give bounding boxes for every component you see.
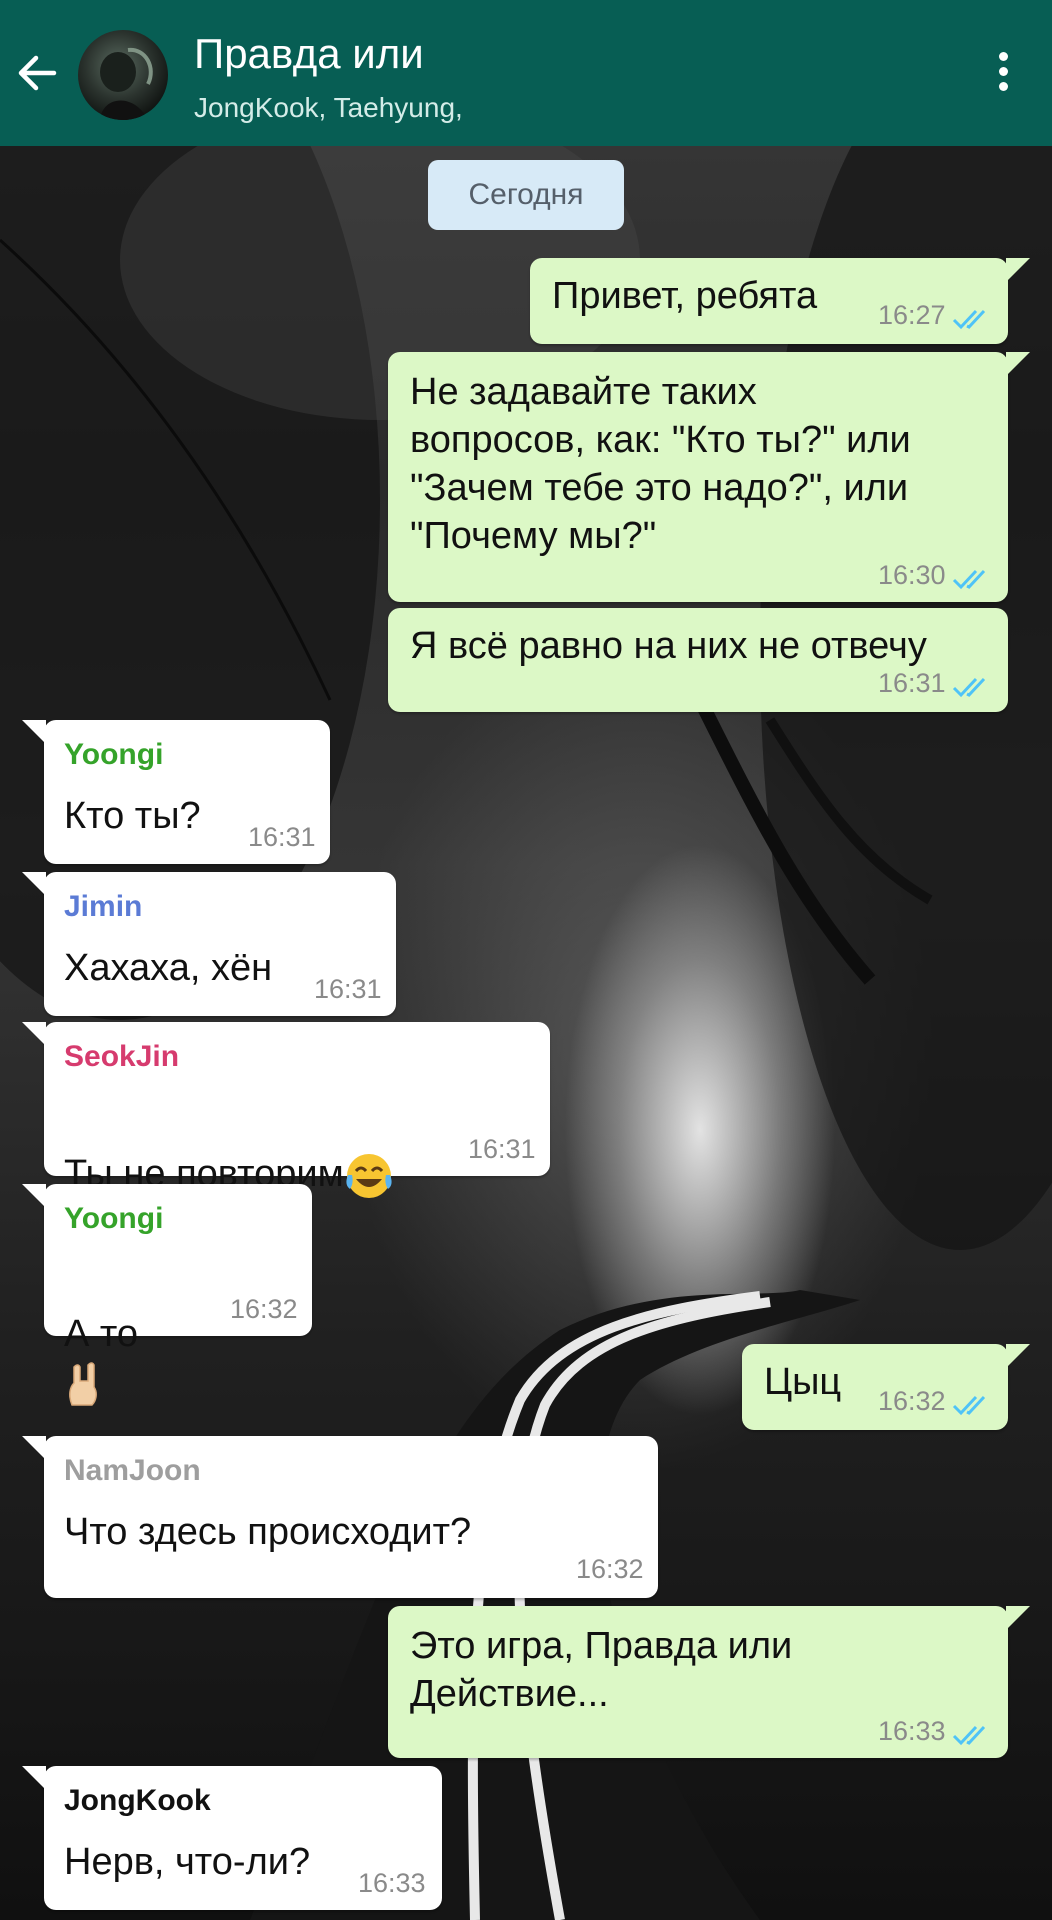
group-avatar[interactable] <box>78 30 168 120</box>
chat-header: Правда или JongKook, Taehyung, <box>0 0 1052 146</box>
message-text: Не задавайте таких вопросов, как: "Кто т… <box>410 371 911 557</box>
tears-of-joy-emoji-icon <box>346 1153 392 1198</box>
message-text: Кто ты? <box>64 795 201 837</box>
outgoing-message[interactable]: Привет, ребята 16:27 <box>530 258 1030 344</box>
incoming-message[interactable]: Jimin Хахаха, хён 16:31 <box>22 872 396 1016</box>
message-text: Это игра, Правда или Действие... <box>410 1625 793 1715</box>
sender-name: Yoongi <box>64 738 164 771</box>
message-text: А то <box>64 1262 138 1407</box>
read-receipt-icon <box>952 1395 986 1416</box>
message-text: Хахаха, хён <box>64 947 273 989</box>
outgoing-message[interactable]: Цыц 16:32 <box>742 1344 1030 1430</box>
date-divider: Сегодня <box>428 160 624 230</box>
incoming-message[interactable]: SeokJin Ты не повторим 16:31 <box>22 1022 550 1198</box>
incoming-message[interactable]: Yoongi Кто ты? 16:31 <box>22 720 330 864</box>
sender-name: JongKook <box>64 1784 211 1817</box>
message-time: 16:31 <box>314 974 382 1004</box>
chat-participants[interactable]: JongKook, Taehyung, <box>194 92 463 124</box>
message-text-content: А то <box>64 1313 139 1355</box>
outgoing-message[interactable]: Это игра, Правда или Действие... 16:33 <box>388 1606 1030 1758</box>
message-text: Цыц <box>764 1361 842 1403</box>
kebab-menu-icon[interactable] <box>988 52 1018 98</box>
read-receipt-icon <box>952 569 986 590</box>
sender-name: Yoongi <box>64 1202 164 1235</box>
message-text: Что здесь происходит? <box>64 1511 472 1553</box>
incoming-message[interactable]: NamJoon Что здесь происходит? 16:32 <box>22 1436 658 1598</box>
message-text: Привет, ребята <box>552 275 818 317</box>
sender-name: NamJoon <box>64 1454 201 1487</box>
message-time: 16:31 <box>248 822 316 852</box>
outgoing-message[interactable]: Не задавайте таких вопросов, как: "Кто т… <box>388 352 1030 602</box>
chat-title[interactable]: Правда или <box>194 30 424 78</box>
message-time: 16:32 <box>878 1386 946 1416</box>
message-time: 16:33 <box>358 1868 426 1898</box>
message-text: Нерв, что-ли? <box>64 1841 311 1883</box>
incoming-message[interactable]: Yoongi А то 16:32 <box>22 1184 312 1406</box>
outgoing-message[interactable]: Я всё равно на них не отвечу 16:31 <box>388 608 1008 712</box>
read-receipt-icon <box>952 677 986 698</box>
incoming-message[interactable]: JongKook Нерв, что-ли? 16:33 <box>22 1766 442 1910</box>
message-time: 16:32 <box>576 1554 644 1584</box>
message-time: 16:32 <box>230 1294 298 1324</box>
sender-name: Jimin <box>64 890 143 923</box>
avatar-figure-icon <box>100 47 153 120</box>
message-time: 16:31 <box>878 668 946 698</box>
message-time: 16:30 <box>878 560 946 590</box>
read-receipt-icon <box>952 1725 986 1746</box>
arrow-left-icon[interactable] <box>14 48 60 98</box>
sender-name: SeokJin <box>64 1040 180 1073</box>
message-text: Я всё равно на них не отвечу <box>410 625 927 667</box>
message-time: 16:31 <box>468 1134 536 1164</box>
message-time: 16:27 <box>878 300 946 330</box>
rock-hand-emoji-icon <box>69 1362 97 1406</box>
read-receipt-icon <box>952 309 986 330</box>
message-time: 16:33 <box>878 1716 946 1746</box>
